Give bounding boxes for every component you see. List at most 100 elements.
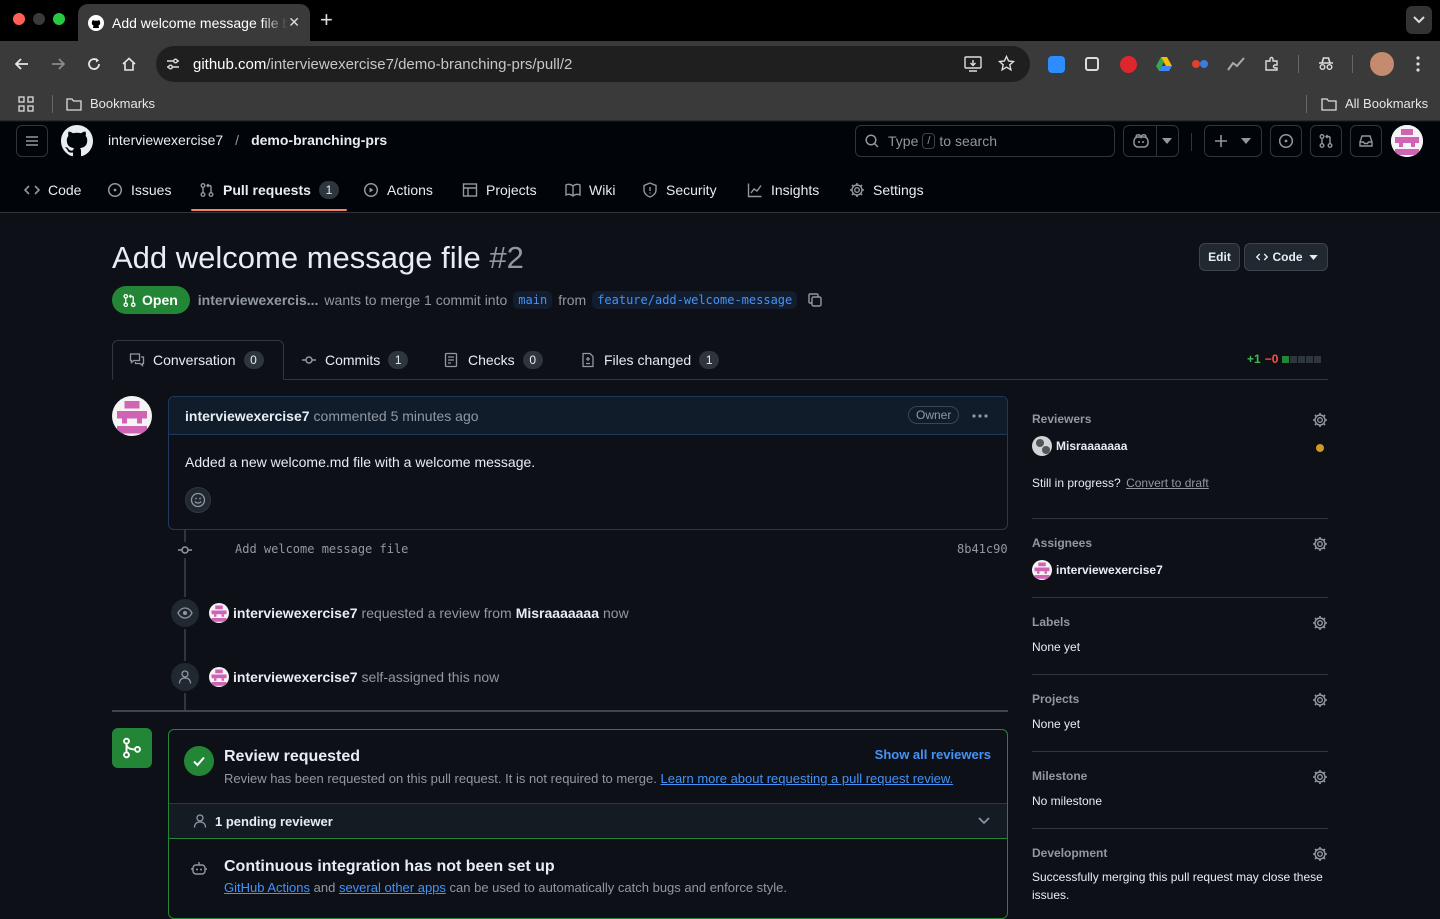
tab-wiki-label: Wiki bbox=[589, 182, 616, 198]
chevron-down-icon[interactable] bbox=[978, 817, 990, 825]
bookmarks-folder[interactable]: Bookmarks bbox=[66, 96, 155, 111]
pending-reviewer-row[interactable]: 1 pending reviewer bbox=[169, 803, 1007, 839]
tab-files-changed[interactable]: Files changed 1 bbox=[580, 340, 720, 380]
back-button[interactable] bbox=[11, 53, 33, 75]
from-text: from bbox=[558, 292, 587, 308]
browser-toolbar: github.com/interviewexercise7/demo-branc… bbox=[0, 41, 1440, 87]
gear-icon[interactable] bbox=[1312, 769, 1328, 785]
home-button[interactable] bbox=[118, 53, 140, 75]
install-app-icon[interactable] bbox=[964, 56, 982, 72]
avatar[interactable] bbox=[112, 396, 152, 436]
ci-section: Continuous integration has not been set … bbox=[169, 839, 1007, 918]
assignee-avatar[interactable] bbox=[1032, 560, 1052, 580]
tab-conversation-content[interactable]: Conversation 0 bbox=[129, 340, 264, 380]
assignee-name-link[interactable]: interviewexercise7 bbox=[1056, 563, 1163, 577]
kebab-icon[interactable] bbox=[972, 414, 988, 418]
base-branch[interactable]: main bbox=[513, 291, 553, 309]
tab-checks[interactable]: Checks 0 bbox=[444, 340, 543, 380]
minimize-window-button[interactable] bbox=[33, 13, 45, 25]
bookmark-star-icon[interactable] bbox=[998, 55, 1015, 72]
tab-projects[interactable]: Projects bbox=[462, 172, 537, 208]
menu-button[interactable] bbox=[16, 125, 48, 157]
reviewer-name-link[interactable]: Misraaaaaaa bbox=[1056, 439, 1127, 453]
tab-actions[interactable]: Actions bbox=[363, 172, 433, 208]
extension-stop-icon[interactable] bbox=[1118, 54, 1138, 74]
browser-tab[interactable]: Add welcome message file by interviewexe… bbox=[78, 4, 310, 41]
google-drive-icon[interactable] bbox=[1154, 54, 1174, 74]
add-reaction-button[interactable] bbox=[185, 487, 211, 513]
extension-grid-icon[interactable] bbox=[1082, 54, 1102, 74]
code-dropdown-button[interactable]: Code bbox=[1244, 243, 1328, 271]
github-logo-icon[interactable] bbox=[61, 125, 93, 157]
gear-icon[interactable] bbox=[1312, 692, 1328, 708]
avatar[interactable] bbox=[209, 667, 229, 687]
inbox-button[interactable] bbox=[1350, 125, 1382, 157]
event-actor-link[interactable]: interviewexercise7 bbox=[233, 669, 358, 685]
incognito-icon[interactable] bbox=[1316, 54, 1336, 74]
gear-icon[interactable] bbox=[1312, 412, 1328, 428]
tab-pull-requests[interactable]: Pull requests 1 bbox=[199, 172, 339, 208]
tab-issues[interactable]: Issues bbox=[107, 172, 171, 208]
tab-settings[interactable]: Settings bbox=[849, 172, 924, 208]
tab-wiki[interactable]: Wiki bbox=[565, 172, 615, 208]
pr-tabs-border bbox=[112, 379, 1328, 380]
folder-icon bbox=[66, 97, 82, 111]
user-avatar[interactable] bbox=[1391, 125, 1423, 157]
tab-insights[interactable]: Insights bbox=[747, 172, 819, 208]
gear-icon[interactable] bbox=[1312, 536, 1328, 552]
event-actor-link[interactable]: interviewexercise7 bbox=[233, 605, 358, 621]
forward-button[interactable] bbox=[47, 53, 69, 75]
all-bookmarks-folder[interactable]: All Bookmarks bbox=[1321, 96, 1428, 111]
extension-chart-icon[interactable] bbox=[1226, 54, 1246, 74]
commit-message-link[interactable]: Add welcome message file bbox=[235, 542, 408, 556]
pr-author-link[interactable]: interviewexercis... bbox=[198, 292, 319, 308]
copilot-icon bbox=[1132, 133, 1150, 149]
tab-close-icon[interactable]: ✕ bbox=[288, 14, 300, 31]
event-time[interactable]: now bbox=[603, 605, 629, 621]
address-bar[interactable]: github.com/interviewexercise7/demo-branc… bbox=[156, 46, 1030, 82]
edit-button[interactable]: Edit bbox=[1199, 243, 1240, 271]
commit-sha-link[interactable]: 8b41c90 bbox=[957, 542, 1008, 556]
ci-rest-text: can be used to automatically catch bugs … bbox=[449, 880, 788, 895]
show-all-reviewers-link[interactable]: Show all reviewers bbox=[875, 747, 991, 762]
event-text: self-assigned this now bbox=[361, 669, 500, 685]
avatar[interactable] bbox=[209, 603, 229, 623]
close-window-button[interactable] bbox=[13, 13, 25, 25]
menu-icon bbox=[24, 133, 40, 149]
milestone-title: Milestone bbox=[1032, 769, 1088, 783]
comment-author-link[interactable]: interviewexercise7 bbox=[185, 408, 310, 424]
apps-grid-icon[interactable] bbox=[18, 96, 34, 112]
reload-button[interactable] bbox=[83, 53, 105, 75]
your-issues-button[interactable] bbox=[1270, 125, 1302, 157]
reviewer-avatar[interactable] bbox=[1032, 436, 1052, 456]
tab-settings-label: Settings bbox=[873, 182, 924, 198]
repo-owner-link[interactable]: interviewexercise7 bbox=[108, 132, 223, 148]
search-input[interactable]: Type / to search bbox=[855, 125, 1115, 157]
github-actions-link[interactable]: GitHub Actions bbox=[224, 880, 310, 895]
profile-avatar[interactable] bbox=[1370, 52, 1394, 76]
new-tab-button[interactable]: + bbox=[320, 9, 333, 31]
tab-security[interactable]: Security bbox=[642, 172, 717, 208]
tab-commits[interactable]: Commits 1 bbox=[301, 340, 409, 380]
maximize-window-button[interactable] bbox=[53, 13, 65, 25]
tab-code[interactable]: Code bbox=[24, 172, 81, 208]
site-info-icon[interactable] bbox=[165, 56, 181, 72]
copilot-button[interactable] bbox=[1123, 125, 1179, 157]
create-new-button[interactable] bbox=[1204, 125, 1262, 157]
gear-icon[interactable] bbox=[1312, 615, 1328, 631]
extensions-puzzle-icon[interactable] bbox=[1262, 54, 1282, 74]
extension-cloud-icon[interactable] bbox=[1046, 54, 1066, 74]
convert-to-draft-link[interactable]: Convert to draft bbox=[1126, 476, 1209, 490]
learn-more-link[interactable]: Learn more about requesting a pull reque… bbox=[660, 771, 953, 786]
browser-menu-icon[interactable] bbox=[1408, 54, 1428, 74]
copy-icon[interactable] bbox=[807, 292, 823, 308]
tab-search-button[interactable] bbox=[1406, 6, 1432, 34]
extension-glasses-icon[interactable] bbox=[1190, 54, 1210, 74]
gear-icon[interactable] bbox=[1312, 846, 1328, 862]
other-apps-link[interactable]: several other apps bbox=[339, 880, 446, 895]
repo-name-link[interactable]: demo-branching-prs bbox=[251, 132, 387, 148]
your-pull-requests-button[interactable] bbox=[1310, 125, 1342, 157]
milestone-value: No milestone bbox=[1032, 794, 1103, 808]
head-branch[interactable]: feature/add-welcome-message bbox=[592, 291, 798, 309]
event-reviewer-link[interactable]: Misraaaaaaa bbox=[516, 605, 599, 621]
